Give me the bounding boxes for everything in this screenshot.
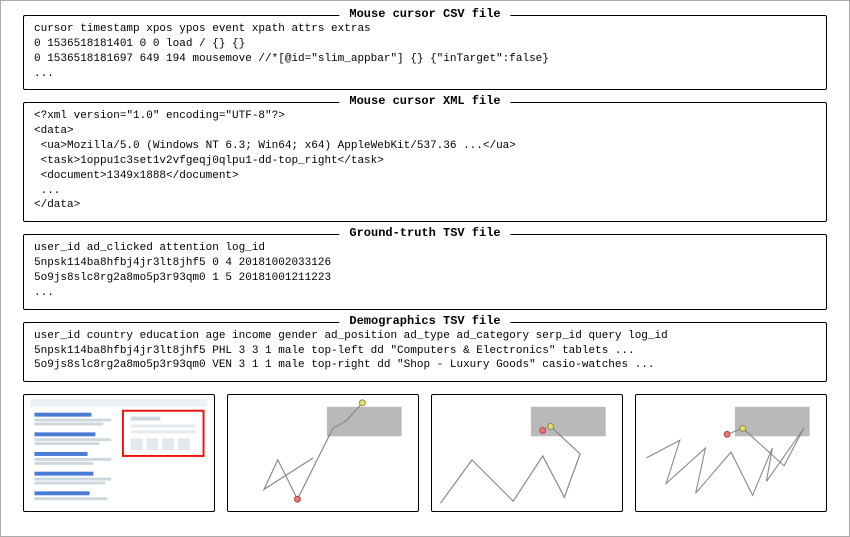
xml-block: Mouse cursor XML file <?xml version="1.0… xyxy=(23,102,827,222)
cursor-trail-icon xyxy=(228,395,418,511)
thumbnails-row xyxy=(23,394,827,512)
gt-block-content: user_id ad_clicked attention log_id 5nps… xyxy=(34,241,816,300)
csv-block-title: Mouse cursor CSV file xyxy=(339,7,510,21)
demo-block-content: user_id country education age income gen… xyxy=(34,329,816,374)
thumbnail-trail-3 xyxy=(635,394,827,512)
csv-block-content: cursor timestamp xpos ypos event xpath a… xyxy=(34,22,816,81)
gt-block-title: Ground-truth TSV file xyxy=(339,226,510,240)
serp-icon xyxy=(24,395,214,511)
xml-block-title: Mouse cursor XML file xyxy=(339,94,510,108)
thumbnail-trail-2 xyxy=(431,394,623,512)
xml-block-content: <?xml version="1.0" encoding="UTF-8"?> <… xyxy=(34,109,816,213)
cursor-trail-icon xyxy=(636,395,826,511)
thumbnail-serp xyxy=(23,394,215,512)
cursor-trail-icon xyxy=(432,395,622,511)
csv-block: Mouse cursor CSV file cursor timestamp x… xyxy=(23,15,827,90)
demo-block-title: Demographics TSV file xyxy=(339,314,510,328)
demo-block: Demographics TSV file user_id country ed… xyxy=(23,322,827,383)
gt-block: Ground-truth TSV file user_id ad_clicked… xyxy=(23,234,827,309)
figure-page: Mouse cursor CSV file cursor timestamp x… xyxy=(0,0,850,537)
thumbnail-trail-1 xyxy=(227,394,419,512)
